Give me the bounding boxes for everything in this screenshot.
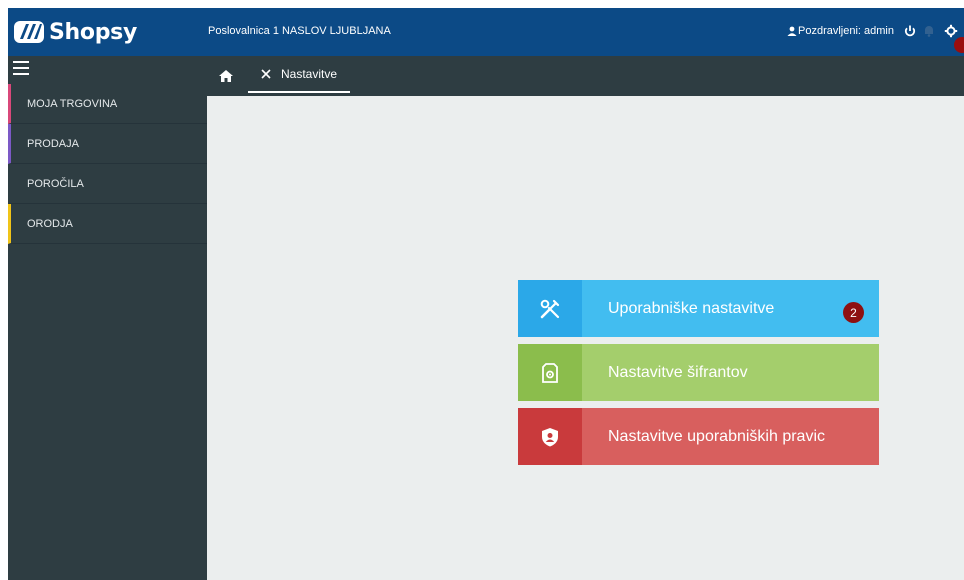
power-icon[interactable]	[903, 24, 917, 38]
sidebar-item-label: PRODAJA	[27, 137, 79, 150]
tab-nastavitve[interactable]: Nastavitve	[248, 56, 351, 93]
user-icon	[787, 26, 797, 36]
sidebar-item-moja-trgovina[interactable]: MOJA TRGOVINA	[8, 84, 207, 124]
card-icon-box	[518, 280, 582, 337]
sidebar-menu: MOJA TRGOVINA PRODAJA POROČILA ORODJA	[8, 84, 207, 244]
card-icon-box	[518, 344, 582, 401]
code-settings-card[interactable]: Nastavitve šifrantov	[518, 344, 879, 401]
card-icon-box	[518, 408, 582, 465]
top-bar: Shopsy Poslovalnica 1 NASLOV LJUBLJANA P…	[8, 8, 964, 56]
tools-icon	[540, 299, 560, 318]
user-greeting[interactable]: Pozdravljeni: admin	[787, 25, 894, 37]
sidebar-item-label: ORODJA	[27, 217, 73, 230]
notification-dot	[954, 37, 964, 53]
logo-mark-icon	[14, 21, 44, 43]
tab-label: Nastavitve	[281, 66, 338, 81]
shopsy-logo[interactable]: Shopsy	[14, 17, 137, 47]
notification-badge: 2	[843, 302, 864, 323]
card-label: Nastavitve uporabniških pravic	[582, 408, 879, 465]
bell-icon[interactable]	[922, 24, 936, 38]
close-icon[interactable]	[261, 68, 271, 79]
home-icon[interactable]	[219, 70, 233, 82]
document-gear-icon	[542, 362, 558, 383]
card-label: Uporabniške nastavitve	[582, 280, 879, 337]
user-greeting-label: Pozdravljeni: admin	[798, 25, 894, 37]
card-label: Nastavitve šifrantov	[582, 344, 879, 401]
user-permissions-card[interactable]: Nastavitve uporabniških pravic	[518, 408, 879, 465]
main-content: Uporabniške nastavitve 2 Nastavitve šifr…	[207, 96, 964, 580]
sidebar: MOJA TRGOVINA PRODAJA POROČILA ORODJA	[8, 56, 207, 580]
sidebar-item-porocila[interactable]: POROČILA	[8, 164, 207, 204]
sidebar-item-label: POROČILA	[27, 177, 84, 190]
user-settings-card[interactable]: Uporabniške nastavitve 2	[518, 280, 879, 337]
hamburger-menu-icon[interactable]	[13, 61, 29, 75]
sidebar-item-label: MOJA TRGOVINA	[27, 97, 118, 110]
gear-icon[interactable]	[944, 24, 958, 38]
sidebar-item-prodaja[interactable]: PRODAJA	[8, 124, 207, 164]
sidebar-item-orodja[interactable]: ORODJA	[8, 204, 207, 244]
branch-name: Poslovalnica 1 NASLOV LJUBLJANA	[208, 25, 391, 37]
tab-bar: Nastavitve	[207, 56, 964, 96]
logo-text: Shopsy	[49, 19, 138, 45]
user-shield-icon	[542, 427, 558, 446]
